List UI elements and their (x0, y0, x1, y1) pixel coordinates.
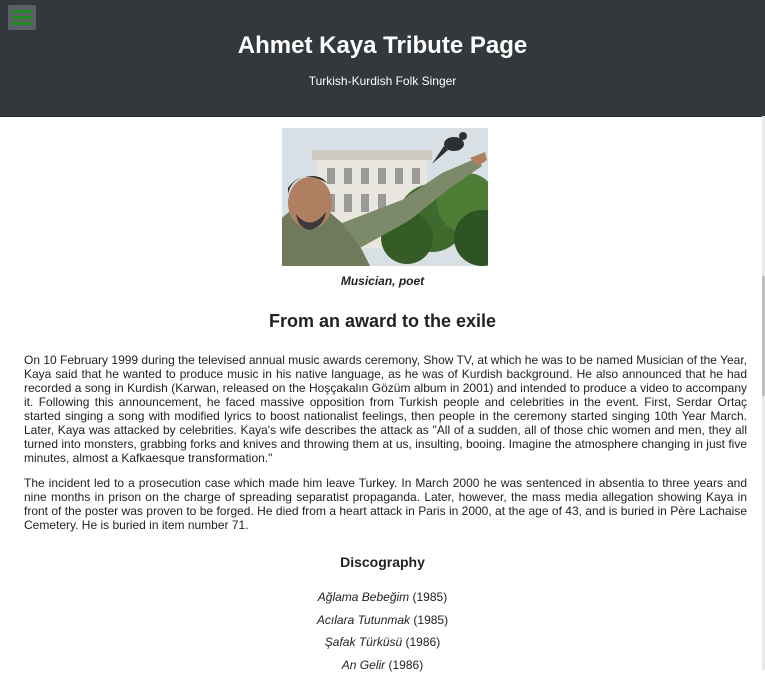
list-item: Ağlama Bebeğim (1985) (0, 589, 765, 612)
section-title: From an award to the exile (0, 311, 765, 332)
album-name: Acılara Tutunmak (317, 613, 410, 627)
paragraph-award: On 10 February 1999 during the televised… (24, 353, 747, 465)
photo-caption: Musician, poet (0, 274, 765, 288)
list-item: An Gelir (1986) (0, 657, 765, 679)
discography-title: Discography (0, 554, 765, 570)
hamburger-menu-icon[interactable] (8, 5, 36, 30)
album-year: (1985) (413, 613, 448, 627)
discography-list: Ağlama Bebeğim (1985) Acılara Tutunmak (… (0, 589, 765, 679)
paragraph-exile: The incident led to a prosecution case w… (24, 476, 747, 532)
page-header: Ahmet Kaya Tribute Page Turkish-Kurdish … (0, 0, 765, 117)
album-name: An Gelir (342, 658, 385, 672)
photo-illustration (282, 128, 488, 266)
list-item: Şafak Türküsü (1986) (0, 634, 765, 657)
album-year: (1986) (389, 658, 424, 672)
page-title: Ahmet Kaya Tribute Page (0, 32, 765, 60)
album-year: (1986) (406, 635, 441, 649)
album-name: Şafak Türküsü (325, 635, 402, 649)
page-subtitle: Turkish-Kurdish Folk Singer (0, 74, 765, 88)
artist-photo (282, 128, 488, 266)
list-item: Acılara Tutunmak (1985) (0, 612, 765, 635)
album-name: Ağlama Bebeğim (318, 590, 409, 604)
album-year: (1985) (413, 590, 448, 604)
